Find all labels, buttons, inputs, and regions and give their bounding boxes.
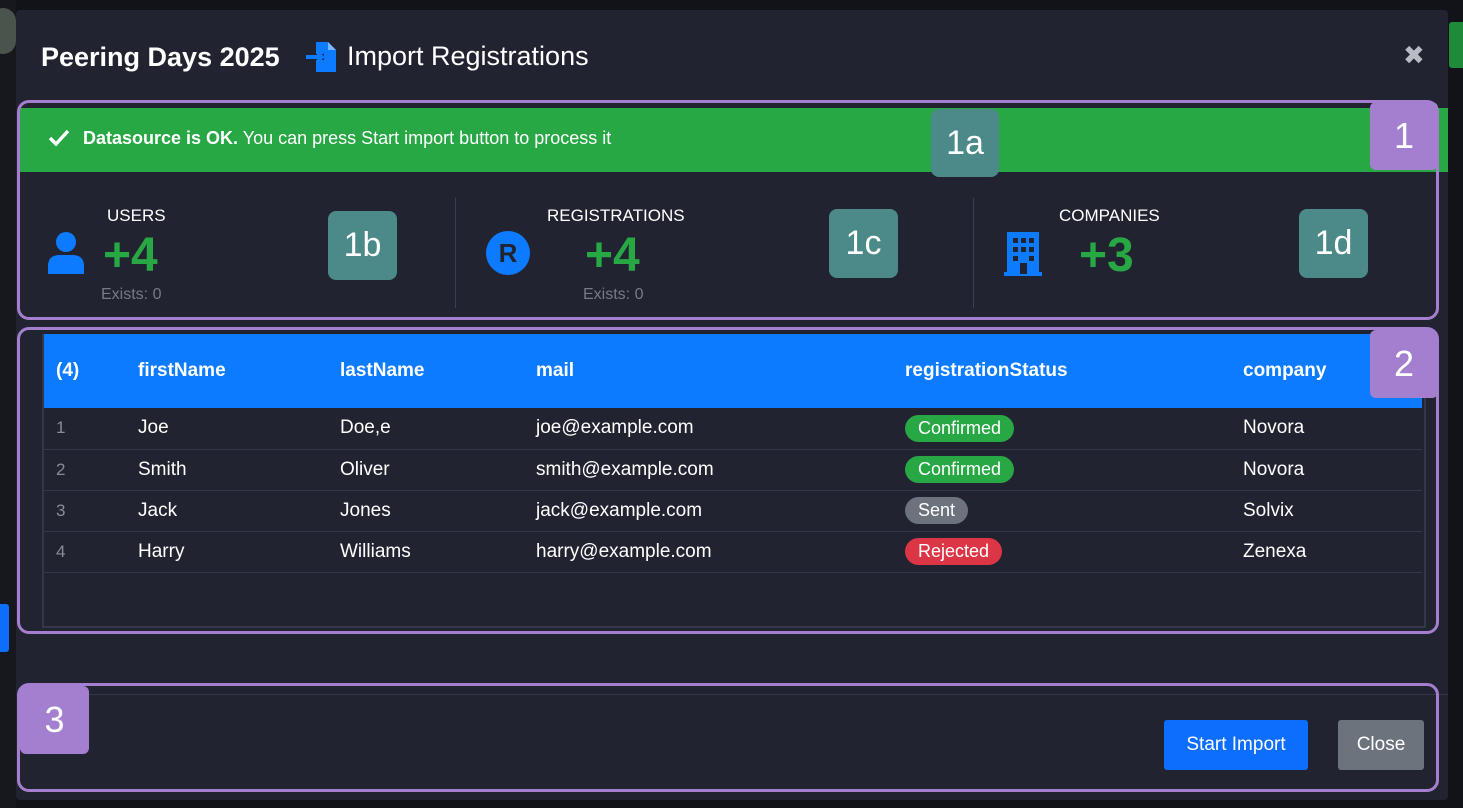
cell-lastname: Oliver [340,458,390,480]
users-exists: Exists: 0 [101,286,162,303]
background-avatar [0,8,16,54]
header-firstname[interactable]: firstName [138,334,340,408]
table-row: 1 Joe Doe,e joe@example.com Confirmed No… [44,408,1422,449]
cell-lastname: Doe,e [340,417,391,439]
cell-firstname: Smith [138,458,187,480]
registrations-table: (4) firstName lastName mail registration… [44,334,1422,573]
cell-firstname: Joe [138,417,169,439]
cell-mail: joe@example.com [536,417,694,439]
cell-firstname: Jack [138,499,178,521]
status-badge: Confirmed [905,414,1015,442]
building-icon [1004,232,1042,276]
annotation-label-1c: 1c [829,209,898,278]
users-value: +4 [103,229,158,282]
close-button[interactable]: Close [1338,720,1424,770]
registrations-label: REGISTRATIONS [547,206,685,225]
annotation-label-1b: 1b [328,211,397,280]
status-badge: Rejected [905,538,1003,565]
users-stat: USERS +4 Exists: 0 [16,10,456,303]
cell-mail: smith@example.com [536,458,714,480]
registrations-value: +4 [585,229,640,282]
background-nav-item [0,604,9,652]
cell-status: Rejected [905,531,1243,572]
annotation-label-2: 2 [1370,330,1438,398]
cell-firstname: Harry [138,540,185,562]
row-number: 4 [56,541,66,561]
svg-text:R: R [499,238,518,268]
cell-status: Sent [905,490,1243,531]
header-lastname[interactable]: lastName [340,334,536,408]
cell-status: Confirmed [905,449,1243,490]
cell-company: Novora [1243,417,1305,439]
registrations-exists: Exists: 0 [583,286,644,303]
registrations-stat: R REGISTRATIONS +4 Exists: 0 [456,10,974,303]
row-number: 2 [56,459,66,479]
status-badge: Confirmed [905,456,1015,483]
header-registration-status[interactable]: registrationStatus [905,334,1243,408]
row-number: 3 [56,500,66,520]
companies-label: COMPANIES [1059,206,1160,225]
header-count[interactable]: (4) [44,334,138,408]
cell-company: Solvix [1243,499,1294,521]
footer-divider [16,694,1448,695]
table-header-row: (4) firstName lastName mail registration… [44,334,1422,408]
registered-icon: R [486,231,530,275]
users-label: USERS [107,206,166,225]
row-number: 1 [56,418,66,438]
table-row: 3 Jack Jones jack@example.com Sent Solvi… [44,490,1422,531]
table-row: 2 Smith Oliver smith@example.com Confirm… [44,449,1422,490]
background-button [1449,22,1463,68]
table-row: 4 Harry Williams harry@example.com Rejec… [44,531,1422,572]
import-dialog: Peering Days 2025 Import Registrations ✖… [16,10,1448,800]
start-import-button[interactable]: Start Import [1164,720,1308,770]
cell-company: Zenexa [1243,540,1307,562]
annotation-label-1: 1 [1370,102,1438,170]
header-mail[interactable]: mail [536,334,905,408]
cell-lastname: Jones [340,499,391,521]
cell-lastname: Williams [340,540,411,562]
cell-status: Confirmed [905,408,1243,449]
companies-value: +3 [1079,229,1134,282]
registrations-table-container: (4) firstName lastName mail registration… [42,334,1426,628]
cell-mail: harry@example.com [536,540,712,562]
annotation-label-1d: 1d [1299,209,1368,278]
stat-divider [973,198,974,308]
background-sidebar [0,0,16,808]
user-icon [48,232,84,274]
annotation-label-3: 3 [20,686,89,754]
annotation-label-1a: 1a [931,109,999,177]
status-badge: Sent [905,497,969,524]
stat-divider [455,198,456,308]
cell-mail: jack@example.com [536,499,703,521]
cell-company: Novora [1243,458,1305,480]
